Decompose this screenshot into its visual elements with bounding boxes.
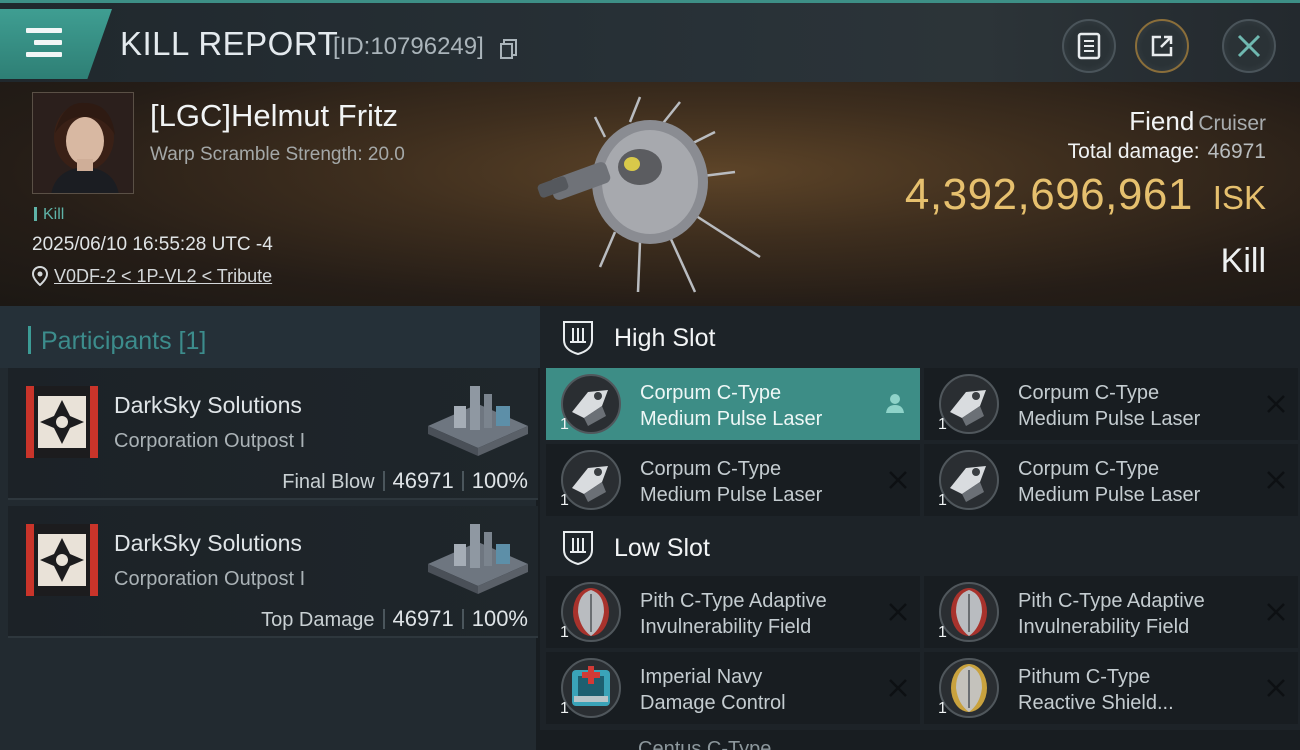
participant-row[interactable]: DarkSky Solutions Corporation Outpost I … [8, 368, 538, 500]
module-name: Corpum C-Type Medium Pulse Laser [640, 458, 823, 506]
module-slot[interactable]: 1 Corpum C-Type Medium Pulse Laser [546, 444, 920, 516]
x-icon [1267, 471, 1285, 489]
pilot-avatar[interactable] [32, 92, 134, 194]
total-damage-line: Total damage: 46971 [1068, 140, 1266, 164]
report-result: Kill [1220, 242, 1266, 280]
module-quantity: 1 [938, 624, 947, 641]
participant-role: Final Blow [282, 471, 375, 493]
participant-ship-type: Corporation Outpost I [114, 430, 306, 452]
menu-icon [26, 28, 62, 58]
isk-value: 4,392,696,961 [904, 170, 1193, 219]
module-slot[interactable]: 1 Pithum C-Type Reactive Shield... [924, 652, 1298, 724]
share-button[interactable] [1135, 19, 1189, 73]
module-name: Centus C-Type... [638, 738, 789, 750]
module-quantity: 1 [560, 416, 569, 433]
high-slot-header: High Slot [540, 306, 1300, 368]
shield-slot-icon [563, 321, 593, 356]
participant-damage: 46971 [392, 468, 454, 493]
ship-name-line: Fiend Cruiser [1129, 106, 1266, 137]
module-quantity: 1 [560, 624, 569, 641]
outpost-image [428, 524, 528, 594]
copy-icon[interactable] [500, 39, 518, 59]
module-slot[interactable]: 1 Pith C-Type Adaptive Invulnerability Fi… [924, 576, 1298, 648]
ship-class: Cruiser [1198, 112, 1266, 135]
total-damage-label: Total damage: [1067, 140, 1200, 163]
participant-stats: Final Blow 46971 100% [282, 468, 528, 494]
ship-image [537, 96, 761, 293]
module-name: Corpum C-Type Medium Pulse Laser [1018, 458, 1201, 506]
participant-corp-name: DarkSky Solutions [114, 530, 302, 556]
participant-percent: 100% [471, 606, 528, 631]
participants-title: Participants [1] [28, 326, 206, 356]
report-id: [ID:10796249] [333, 33, 484, 60]
participant-stats: Top Damage 46971 100% [261, 606, 528, 632]
corporation-logo [26, 386, 98, 458]
x-icon [1267, 395, 1285, 413]
ship-name[interactable]: Fiend [1129, 106, 1194, 136]
isk-value-line: 4,392,696,961 ISK [905, 170, 1266, 220]
x-icon [1267, 603, 1285, 621]
menu-button[interactable] [0, 9, 112, 79]
module-quantity: 1 [560, 700, 569, 717]
fitting-panel: High Slot 1 Corpum C-Type Medium Pulse La… [540, 306, 1300, 750]
participant-corp-name: DarkSky Solutions [114, 392, 302, 418]
module-slot-partial[interactable]: Centus C-Type... [540, 730, 1300, 750]
low-slot-header: Low Slot [540, 516, 1300, 578]
module-slot[interactable]: 1 Pith C-Type Adaptive Invulnerability Fi… [546, 576, 920, 648]
module-slot[interactable]: 1 Corpum C-Type Medium Pulse Laser [924, 368, 1298, 440]
warp-scramble-strength: Warp Scramble Strength: 20.0 [150, 144, 405, 165]
participants-header: Participants [1] [0, 306, 540, 368]
module-name: Pithum C-Type Reactive Shield... [1018, 666, 1174, 714]
participant-row[interactable]: DarkSky Solutions Corporation Outpost I … [8, 506, 538, 638]
module-name: Corpum C-Type Medium Pulse Laser [640, 382, 823, 430]
kill-location[interactable]: V0DF-2 < 1P-VL2 < Tribute [32, 266, 272, 287]
report-button[interactable] [1062, 19, 1116, 73]
header-bar: KILL REPORT [ID:10796249] [0, 0, 1300, 82]
location-pin-icon [32, 266, 48, 286]
victim-banner: [LGC]Helmut Fritz Warp Scramble Strength… [0, 82, 1300, 306]
high-slot-label: High Slot [614, 324, 716, 352]
module-name: Pith C-Type Adaptive Invulnerability Fiel… [640, 590, 827, 638]
pilot-icon [886, 394, 904, 413]
module-name: Pith C-Type Adaptive Invulnerability Fiel… [1018, 590, 1205, 638]
kill-datetime: 2025/06/10 16:55:28 UTC -4 [32, 234, 273, 255]
module-slot[interactable]: 1 Imperial Navy Damage Control [546, 652, 920, 724]
x-icon [889, 603, 907, 621]
isk-unit: ISK [1212, 179, 1266, 216]
share-icon [1151, 35, 1173, 57]
page-title: KILL REPORT [120, 25, 339, 62]
module-quantity: 1 [560, 492, 569, 509]
x-icon [1267, 679, 1285, 697]
close-icon [1237, 34, 1261, 58]
kill-tag: Kill [34, 206, 64, 224]
location-link[interactable]: V0DF-2 < 1P-VL2 < Tribute [54, 266, 272, 286]
module-name: Corpum C-Type Medium Pulse Laser [1018, 382, 1201, 430]
shield-slot-icon [563, 531, 593, 566]
module-quantity: 1 [938, 700, 947, 717]
x-icon [889, 679, 907, 697]
pilot-name: [LGC]Helmut Fritz [150, 98, 399, 133]
report-icon [1077, 32, 1101, 60]
close-button[interactable] [1222, 19, 1276, 73]
participants-panel: Participants [1] DarkSky Solutions Corpo… [0, 306, 540, 750]
module-slot[interactable]: 1 Corpum C-Type Medium Pulse Laser [924, 444, 1298, 516]
module-slot[interactable]: 1 Corpum C-Type Medium Pulse Laser [546, 368, 920, 440]
participant-percent: 100% [471, 468, 528, 493]
module-quantity: 1 [938, 492, 947, 509]
corporation-logo [26, 524, 98, 596]
low-slot-label: Low Slot [614, 534, 710, 562]
outpost-image [428, 386, 528, 456]
participant-ship-type: Corporation Outpost I [114, 568, 306, 590]
total-damage-value: 46971 [1207, 140, 1266, 163]
participant-role: Top Damage [261, 609, 375, 631]
x-icon [889, 471, 907, 489]
module-name: Imperial Navy Damage Control [640, 666, 786, 714]
module-quantity: 1 [938, 416, 947, 433]
participant-damage: 46971 [392, 606, 454, 631]
